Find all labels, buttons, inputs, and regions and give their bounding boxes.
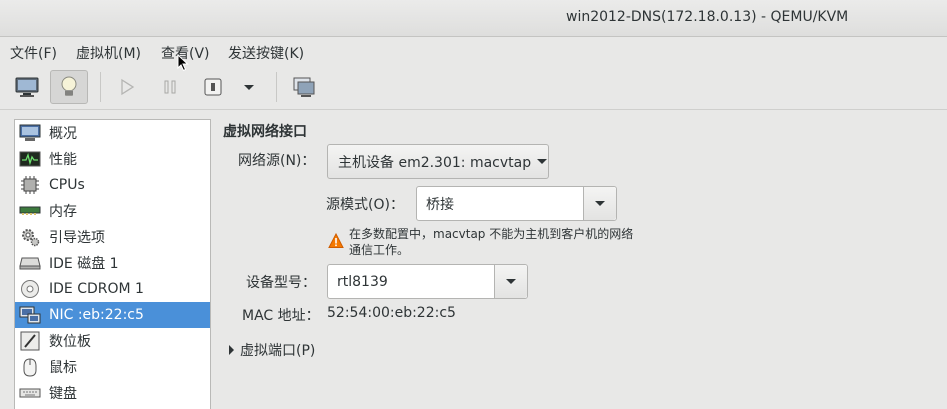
lightbulb-icon	[61, 76, 77, 96]
device-model-dropdown-button[interactable]	[494, 265, 527, 298]
network-source-label: 网络源(N)：	[238, 153, 316, 169]
expander-arrow-icon	[229, 345, 234, 355]
boot-options-icon	[19, 227, 41, 247]
device-model-value[interactable]: rtl8139	[328, 274, 494, 290]
toolbar-separator	[276, 72, 277, 102]
console-button[interactable]	[8, 70, 46, 104]
sidebar-item-label: 键盘	[49, 386, 77, 402]
sidebar-item-boot-options[interactable]: 引导选项	[15, 224, 210, 250]
disk-icon	[19, 253, 41, 273]
cpu-icon	[19, 175, 41, 195]
sidebar-item-mouse[interactable]: 鼠标	[15, 354, 210, 380]
overview-icon	[19, 123, 41, 143]
mac-address-label: MAC 地址：	[242, 308, 320, 324]
warning-text-line2: 通信工作。	[349, 243, 410, 257]
virtual-port-label: 虚拟端口(P)	[240, 343, 316, 359]
source-mode-label: 源模式(O)：	[326, 197, 404, 213]
sidebar-item-keyboard[interactable]: 键盘	[15, 380, 210, 406]
virtual-port-expander[interactable]: 虚拟端口(P)	[229, 340, 315, 360]
sidebar-item-tablet[interactable]: 数位板	[15, 328, 210, 354]
network-icon	[19, 305, 41, 325]
warning-icon	[328, 233, 344, 248]
pause-button[interactable]	[151, 70, 189, 104]
toolbar-separator	[100, 72, 101, 102]
chevron-down-icon	[506, 279, 516, 284]
source-mode-dropdown-button[interactable]	[583, 187, 616, 220]
hardware-list: 概况 性能 CPUs 内存 引导选项 IDE 磁盘 1 IDE CDROM 1 …	[14, 119, 211, 409]
title-bar: win2012-DNS(172.18.0.13) - QEMU/KVM	[0, 0, 947, 37]
sidebar-item-ide-disk[interactable]: IDE 磁盘 1	[15, 250, 210, 276]
sidebar-item-label: CPUs	[49, 177, 85, 193]
window-title: win2012-DNS(172.18.0.13) - QEMU/KVM	[566, 9, 849, 25]
sidebar-item-memory[interactable]: 内存	[15, 198, 210, 224]
sidebar-item-label: IDE 磁盘 1	[49, 256, 119, 272]
menu-file[interactable]: 文件(F)	[10, 43, 57, 63]
sidebar-item-nic[interactable]: NIC :eb:22:c5	[15, 302, 210, 328]
sidebar-item-label: 鼠标	[49, 360, 77, 376]
mac-address-value: 52:54:00:eb:22:c5	[327, 305, 456, 321]
sidebar-item-overview[interactable]: 概况	[15, 120, 210, 146]
performance-icon	[19, 149, 41, 169]
toolbar	[0, 64, 947, 110]
nic-details-panel: 虚拟网络接口 网络源(N)： 主机设备 em2.301: macvtap 源模式…	[222, 118, 942, 408]
sidebar-item-label: 概况	[49, 126, 77, 142]
shutdown-button[interactable]	[194, 70, 232, 104]
sidebar-item-label: 引导选项	[49, 230, 105, 246]
sidebar-item-cpus[interactable]: CPUs	[15, 172, 210, 198]
source-mode-combo[interactable]: 桥接	[416, 186, 617, 221]
tablet-icon	[19, 331, 41, 351]
pause-icon	[164, 80, 176, 94]
menu-bar: 文件(F) 虚拟机(M) 查看(V) 发送按键(K)	[0, 38, 947, 64]
menu-vm[interactable]: 虚拟机(M)	[76, 43, 141, 63]
screenshot-icon	[293, 77, 315, 97]
monitor-icon	[15, 77, 39, 97]
sidebar-item-performance[interactable]: 性能	[15, 146, 210, 172]
network-source-dropdown[interactable]: 主机设备 em2.301: macvtap	[327, 144, 549, 179]
macvtap-warning: 在多数配置中，macvtap 不能为主机到客户机的网络 通信工作。	[349, 226, 633, 258]
network-source-value: 主机设备 em2.301: macvtap	[338, 154, 532, 171]
sidebar-item-label: IDE CDROM 1	[49, 281, 144, 297]
play-icon	[121, 78, 135, 96]
sidebar-item-label: 内存	[49, 204, 77, 220]
dropdown-arrow-icon	[244, 84, 254, 90]
warning-text-line1: 在多数配置中，macvtap 不能为主机到客户机的网络	[349, 227, 634, 241]
device-model-combo[interactable]: rtl8139	[327, 264, 528, 299]
menu-send-key[interactable]: 发送按键(K)	[228, 43, 304, 63]
sidebar-item-ide-cdrom[interactable]: IDE CDROM 1	[15, 276, 210, 302]
run-button[interactable]	[108, 70, 146, 104]
sidebar-item-label: NIC :eb:22:c5	[49, 307, 144, 323]
chevron-down-icon	[595, 201, 605, 206]
cdrom-icon	[19, 279, 41, 299]
device-model-label: 设备型号：	[246, 275, 316, 291]
memory-icon	[19, 201, 41, 221]
mouse-icon	[19, 357, 41, 377]
chevron-down-icon	[537, 159, 548, 164]
source-mode-value[interactable]: 桥接	[417, 194, 583, 214]
shutdown-menu-button[interactable]	[232, 70, 266, 104]
fullscreen-button[interactable]	[285, 70, 323, 104]
details-button[interactable]	[50, 70, 88, 104]
mouse-cursor-icon	[177, 54, 189, 72]
sidebar-item-label: 数位板	[49, 334, 91, 350]
section-heading: 虚拟网络接口	[223, 124, 307, 140]
keyboard-icon	[19, 383, 41, 403]
power-icon	[204, 78, 222, 96]
sidebar-item-label: 性能	[49, 152, 77, 168]
